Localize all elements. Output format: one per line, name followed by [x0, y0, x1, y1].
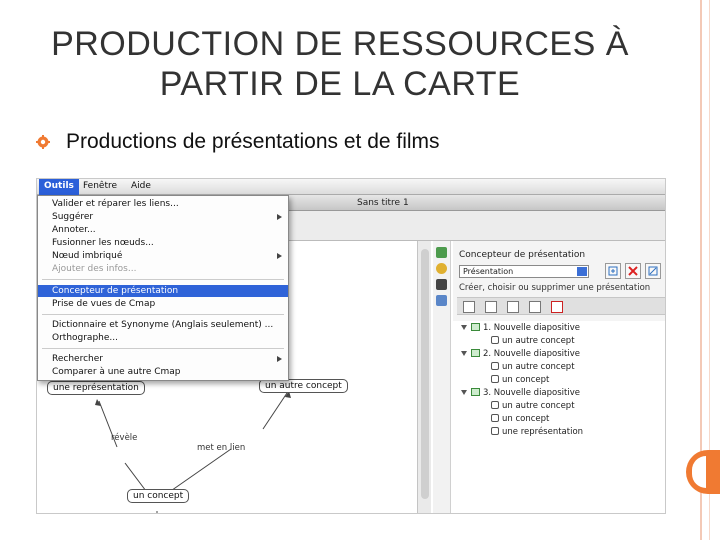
delete-icon: [628, 266, 638, 276]
add-presentation-button[interactable]: [605, 263, 621, 279]
menu-item-dictionnaire[interactable]: Dictionnaire et Synonyme (Anglais seulem…: [52, 320, 273, 330]
concept-icon: [491, 401, 499, 409]
gear-bullet-icon: [36, 135, 50, 149]
tree-concept-label: un autre concept: [502, 362, 575, 372]
menu-aide[interactable]: Aide: [131, 181, 151, 191]
menu-separator: [42, 314, 284, 315]
menu-item-comparer[interactable]: Comparer à une autre Cmap: [52, 367, 181, 377]
slide-copy-icon[interactable]: [485, 301, 497, 313]
menu-separator: [42, 279, 284, 280]
bullet-text: Productions de présentations et de films: [66, 130, 440, 153]
menu-item-fusionner[interactable]: Fusionner les nœuds...: [52, 238, 154, 248]
list-icon[interactable]: [436, 247, 447, 258]
expand-triangle-icon[interactable]: [461, 325, 467, 330]
tree-slide-3-label: 3. Nouvelle diapositive: [483, 388, 580, 398]
bulb-icon[interactable]: [436, 263, 447, 274]
presentation-designer-panel: Concepteur de présentation Présentation …: [453, 241, 665, 513]
panel-toolbar: [457, 297, 665, 315]
tree-concept[interactable]: un autre concept: [491, 362, 575, 372]
menu-item-concepteur-presentation[interactable]: Concepteur de présentation: [52, 286, 178, 296]
menu-item-noeud-imbrique[interactable]: Nœud imbriqué: [52, 251, 122, 261]
tree-slide-2-label: 2. Nouvelle diapositive: [483, 349, 580, 359]
cmap-screenshot: Outils Fenêtre Aide Sans titre 1 une rep…: [36, 178, 666, 514]
menu-item-rechercher[interactable]: Rechercher: [52, 354, 103, 364]
node-representation[interactable]: une représentation: [47, 381, 145, 395]
menu-item-prise-de-vues[interactable]: Prise de vues de Cmap: [52, 299, 155, 309]
tree-slide-1[interactable]: 1. Nouvelle diapositive: [461, 323, 580, 333]
scrollbar-thumb[interactable]: [421, 249, 429, 499]
tree-concept-label: un autre concept: [502, 401, 575, 411]
new-slide-icon[interactable]: [463, 301, 475, 313]
presentation-select[interactable]: Présentation: [459, 265, 589, 278]
expand-triangle-icon[interactable]: [461, 351, 467, 356]
node-autre-concept[interactable]: un autre concept: [259, 379, 348, 393]
slide-view-icon[interactable]: [529, 301, 541, 313]
chevron-down-icon: [577, 267, 587, 276]
submenu-arrow-icon: [277, 356, 282, 362]
menu-item-orthographe[interactable]: Orthographe...: [52, 333, 118, 343]
add-icon: [608, 266, 618, 276]
panel-title: Concepteur de présentation: [459, 250, 586, 260]
concept-icon: [491, 375, 499, 383]
tree-concept[interactable]: un autre concept: [491, 336, 575, 346]
slide-edit-icon[interactable]: [507, 301, 519, 313]
submenu-arrow-icon: [277, 214, 282, 220]
tree-concept[interactable]: un autre concept: [491, 401, 575, 411]
concept-icon: [491, 336, 499, 344]
presentation-select-value: Présentation: [463, 267, 514, 276]
node-un-concept[interactable]: un concept: [127, 489, 190, 503]
submenu-arrow-icon: [277, 253, 282, 259]
tree-concept-label: un autre concept: [502, 336, 575, 346]
tree-concept-label: un concept: [502, 414, 550, 424]
concept-icon: [491, 362, 499, 370]
menu-outils[interactable]: Outils: [39, 179, 79, 195]
expand-triangle-icon[interactable]: [461, 390, 467, 395]
tree-concept[interactable]: un concept: [491, 414, 549, 424]
edit-presentation-button[interactable]: [645, 263, 661, 279]
delete-presentation-button[interactable]: [625, 263, 641, 279]
panel-description: Créer, choisir ou supprimer une présenta…: [459, 283, 651, 293]
menubar: Outils Fenêtre Aide: [37, 179, 665, 195]
slide: PRODUCTION DE RESSOURCES À PARTIR DE LA …: [0, 0, 720, 540]
menu-item-valider-liens[interactable]: Valider et réparer les liens...: [52, 199, 179, 209]
slide-title: PRODUCTION DE RESSOURCES À PARTIR DE LA …: [51, 25, 629, 103]
tree-slide-2[interactable]: 2. Nouvelle diapositive: [461, 349, 580, 359]
link-label-met-en-lien[interactable]: met en lien: [197, 443, 245, 453]
tree-concept[interactable]: un concept: [491, 375, 549, 385]
tools-dropdown-menu: Valider et réparer les liens... Suggérer…: [37, 195, 289, 381]
tree-concept[interactable]: une représentation: [491, 427, 583, 437]
concept-icon: [491, 427, 499, 435]
tree-concept-label: une représentation: [502, 427, 584, 437]
slide-icon: [471, 323, 480, 331]
slide-icon: [471, 388, 480, 396]
tree-slide-1-label: 1. Nouvelle diapositive: [483, 323, 580, 333]
menu-item-ajouter-infos: Ajouter des infos...: [52, 264, 137, 274]
copy-icon[interactable]: [436, 295, 447, 306]
menu-fenetre[interactable]: Fenêtre: [83, 181, 117, 191]
link-label-revele[interactable]: révèle: [111, 433, 137, 443]
bullet-item: Productions de présentations et de films: [36, 130, 440, 154]
canvas-scrollbar[interactable]: [417, 241, 431, 513]
slide-delete-icon[interactable]: [551, 301, 563, 313]
tree-slide-3[interactable]: 3. Nouvelle diapositive: [461, 388, 580, 398]
concept-icon: [491, 414, 499, 422]
slide-icon: [471, 349, 480, 357]
side-icon-strip: [433, 241, 451, 513]
camera-icon[interactable]: [436, 279, 447, 290]
tree-concept-label: un concept: [502, 375, 550, 385]
menu-item-annoter[interactable]: Annoter...: [52, 225, 96, 235]
menu-separator: [42, 348, 284, 349]
edit-icon: [648, 266, 658, 276]
window-title: Sans titre 1: [357, 198, 409, 208]
menu-item-suggerer[interactable]: Suggérer: [52, 212, 93, 222]
slide-tree: 1. Nouvelle diapositive un autre concept…: [453, 321, 665, 513]
